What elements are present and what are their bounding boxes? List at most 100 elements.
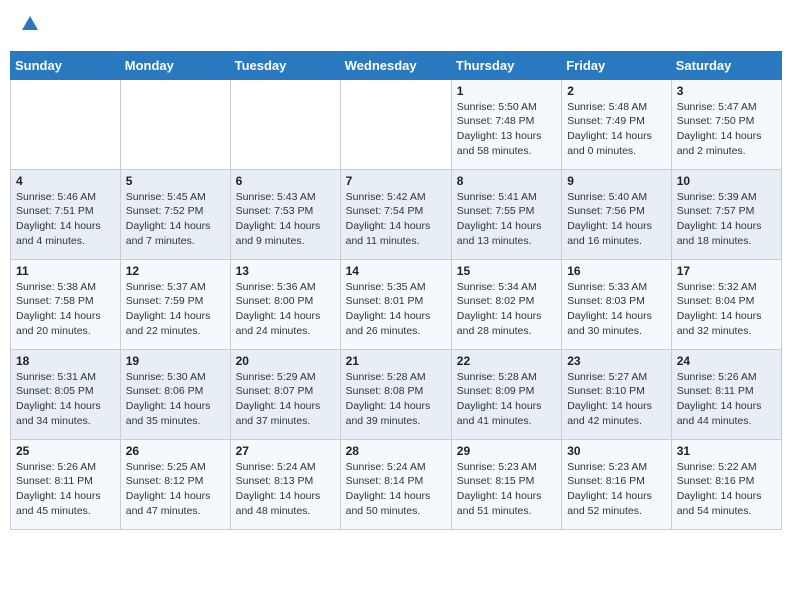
day-number: 2 [567, 84, 666, 98]
header-wednesday: Wednesday [340, 51, 451, 79]
day-cell: 11 Sunrise: 5:38 AMSunset: 7:58 PMDaylig… [11, 259, 121, 349]
day-cell: 22 Sunrise: 5:28 AMSunset: 8:09 PMDaylig… [451, 349, 561, 439]
day-number: 8 [457, 174, 556, 188]
day-number: 12 [126, 264, 225, 278]
day-info: Sunrise: 5:33 AMSunset: 8:03 PMDaylight:… [567, 280, 666, 339]
day-number: 6 [236, 174, 335, 188]
day-info: Sunrise: 5:32 AMSunset: 8:04 PMDaylight:… [677, 280, 776, 339]
day-number: 19 [126, 354, 225, 368]
calendar-table: SundayMondayTuesdayWednesdayThursdayFrid… [10, 51, 782, 530]
day-cell: 27 Sunrise: 5:24 AMSunset: 8:13 PMDaylig… [230, 439, 340, 529]
day-cell: 23 Sunrise: 5:27 AMSunset: 8:10 PMDaylig… [562, 349, 672, 439]
day-number: 3 [677, 84, 776, 98]
day-info: Sunrise: 5:27 AMSunset: 8:10 PMDaylight:… [567, 370, 666, 429]
day-number: 28 [346, 444, 446, 458]
day-info: Sunrise: 5:35 AMSunset: 8:01 PMDaylight:… [346, 280, 446, 339]
day-info: Sunrise: 5:38 AMSunset: 7:58 PMDaylight:… [16, 280, 115, 339]
day-cell: 3 Sunrise: 5:47 AMSunset: 7:50 PMDayligh… [671, 79, 781, 169]
header-sunday: Sunday [11, 51, 121, 79]
logo-triangle-icon [20, 14, 40, 34]
day-cell: 14 Sunrise: 5:35 AMSunset: 8:01 PMDaylig… [340, 259, 451, 349]
day-cell: 17 Sunrise: 5:32 AMSunset: 8:04 PMDaylig… [671, 259, 781, 349]
day-info: Sunrise: 5:26 AMSunset: 8:11 PMDaylight:… [677, 370, 776, 429]
day-number: 26 [126, 444, 225, 458]
day-number: 16 [567, 264, 666, 278]
day-number: 20 [236, 354, 335, 368]
day-info: Sunrise: 5:45 AMSunset: 7:52 PMDaylight:… [126, 190, 225, 249]
day-number: 18 [16, 354, 115, 368]
day-cell: 25 Sunrise: 5:26 AMSunset: 8:11 PMDaylig… [11, 439, 121, 529]
header-monday: Monday [120, 51, 230, 79]
day-info: Sunrise: 5:34 AMSunset: 8:02 PMDaylight:… [457, 280, 556, 339]
day-number: 14 [346, 264, 446, 278]
header-thursday: Thursday [451, 51, 561, 79]
day-cell: 6 Sunrise: 5:43 AMSunset: 7:53 PMDayligh… [230, 169, 340, 259]
day-cell: 1 Sunrise: 5:50 AMSunset: 7:48 PMDayligh… [451, 79, 561, 169]
day-number: 31 [677, 444, 776, 458]
day-number: 4 [16, 174, 115, 188]
day-cell: 15 Sunrise: 5:34 AMSunset: 8:02 PMDaylig… [451, 259, 561, 349]
day-info: Sunrise: 5:36 AMSunset: 8:00 PMDaylight:… [236, 280, 335, 339]
day-info: Sunrise: 5:28 AMSunset: 8:09 PMDaylight:… [457, 370, 556, 429]
day-number: 27 [236, 444, 335, 458]
day-cell: 18 Sunrise: 5:31 AMSunset: 8:05 PMDaylig… [11, 349, 121, 439]
day-cell: 31 Sunrise: 5:22 AMSunset: 8:16 PMDaylig… [671, 439, 781, 529]
day-cell: 7 Sunrise: 5:42 AMSunset: 7:54 PMDayligh… [340, 169, 451, 259]
day-cell: 28 Sunrise: 5:24 AMSunset: 8:14 PMDaylig… [340, 439, 451, 529]
day-number: 10 [677, 174, 776, 188]
day-cell: 29 Sunrise: 5:23 AMSunset: 8:15 PMDaylig… [451, 439, 561, 529]
day-cell: 16 Sunrise: 5:33 AMSunset: 8:03 PMDaylig… [562, 259, 672, 349]
page-header [10, 10, 782, 43]
day-number: 25 [16, 444, 115, 458]
day-cell: 19 Sunrise: 5:30 AMSunset: 8:06 PMDaylig… [120, 349, 230, 439]
header-friday: Friday [562, 51, 672, 79]
day-info: Sunrise: 5:25 AMSunset: 8:12 PMDaylight:… [126, 460, 225, 519]
day-number: 7 [346, 174, 446, 188]
week-row-4: 18 Sunrise: 5:31 AMSunset: 8:05 PMDaylig… [11, 349, 782, 439]
day-number: 29 [457, 444, 556, 458]
day-number: 15 [457, 264, 556, 278]
day-info: Sunrise: 5:28 AMSunset: 8:08 PMDaylight:… [346, 370, 446, 429]
day-info: Sunrise: 5:29 AMSunset: 8:07 PMDaylight:… [236, 370, 335, 429]
day-info: Sunrise: 5:37 AMSunset: 7:59 PMDaylight:… [126, 280, 225, 339]
day-cell: 30 Sunrise: 5:23 AMSunset: 8:16 PMDaylig… [562, 439, 672, 529]
day-info: Sunrise: 5:50 AMSunset: 7:48 PMDaylight:… [457, 100, 556, 159]
header-tuesday: Tuesday [230, 51, 340, 79]
day-info: Sunrise: 5:41 AMSunset: 7:55 PMDaylight:… [457, 190, 556, 249]
day-cell: 26 Sunrise: 5:25 AMSunset: 8:12 PMDaylig… [120, 439, 230, 529]
day-number: 5 [126, 174, 225, 188]
day-info: Sunrise: 5:46 AMSunset: 7:51 PMDaylight:… [16, 190, 115, 249]
day-cell: 8 Sunrise: 5:41 AMSunset: 7:55 PMDayligh… [451, 169, 561, 259]
week-row-5: 25 Sunrise: 5:26 AMSunset: 8:11 PMDaylig… [11, 439, 782, 529]
day-info: Sunrise: 5:30 AMSunset: 8:06 PMDaylight:… [126, 370, 225, 429]
day-info: Sunrise: 5:24 AMSunset: 8:14 PMDaylight:… [346, 460, 446, 519]
day-number: 1 [457, 84, 556, 98]
day-cell: 4 Sunrise: 5:46 AMSunset: 7:51 PMDayligh… [11, 169, 121, 259]
week-row-1: 1 Sunrise: 5:50 AMSunset: 7:48 PMDayligh… [11, 79, 782, 169]
day-number: 23 [567, 354, 666, 368]
day-cell [120, 79, 230, 169]
day-cell: 24 Sunrise: 5:26 AMSunset: 8:11 PMDaylig… [671, 349, 781, 439]
day-info: Sunrise: 5:23 AMSunset: 8:15 PMDaylight:… [457, 460, 556, 519]
day-cell: 5 Sunrise: 5:45 AMSunset: 7:52 PMDayligh… [120, 169, 230, 259]
week-row-2: 4 Sunrise: 5:46 AMSunset: 7:51 PMDayligh… [11, 169, 782, 259]
day-info: Sunrise: 5:24 AMSunset: 8:13 PMDaylight:… [236, 460, 335, 519]
header-saturday: Saturday [671, 51, 781, 79]
day-info: Sunrise: 5:23 AMSunset: 8:16 PMDaylight:… [567, 460, 666, 519]
day-number: 13 [236, 264, 335, 278]
day-info: Sunrise: 5:47 AMSunset: 7:50 PMDaylight:… [677, 100, 776, 159]
day-cell: 21 Sunrise: 5:28 AMSunset: 8:08 PMDaylig… [340, 349, 451, 439]
day-number: 30 [567, 444, 666, 458]
day-number: 9 [567, 174, 666, 188]
day-info: Sunrise: 5:39 AMSunset: 7:57 PMDaylight:… [677, 190, 776, 249]
logo [18, 14, 40, 39]
day-number: 17 [677, 264, 776, 278]
day-cell: 2 Sunrise: 5:48 AMSunset: 7:49 PMDayligh… [562, 79, 672, 169]
day-info: Sunrise: 5:40 AMSunset: 7:56 PMDaylight:… [567, 190, 666, 249]
calendar-header-row: SundayMondayTuesdayWednesdayThursdayFrid… [11, 51, 782, 79]
day-number: 21 [346, 354, 446, 368]
week-row-3: 11 Sunrise: 5:38 AMSunset: 7:58 PMDaylig… [11, 259, 782, 349]
day-cell: 13 Sunrise: 5:36 AMSunset: 8:00 PMDaylig… [230, 259, 340, 349]
day-cell [340, 79, 451, 169]
day-info: Sunrise: 5:42 AMSunset: 7:54 PMDaylight:… [346, 190, 446, 249]
